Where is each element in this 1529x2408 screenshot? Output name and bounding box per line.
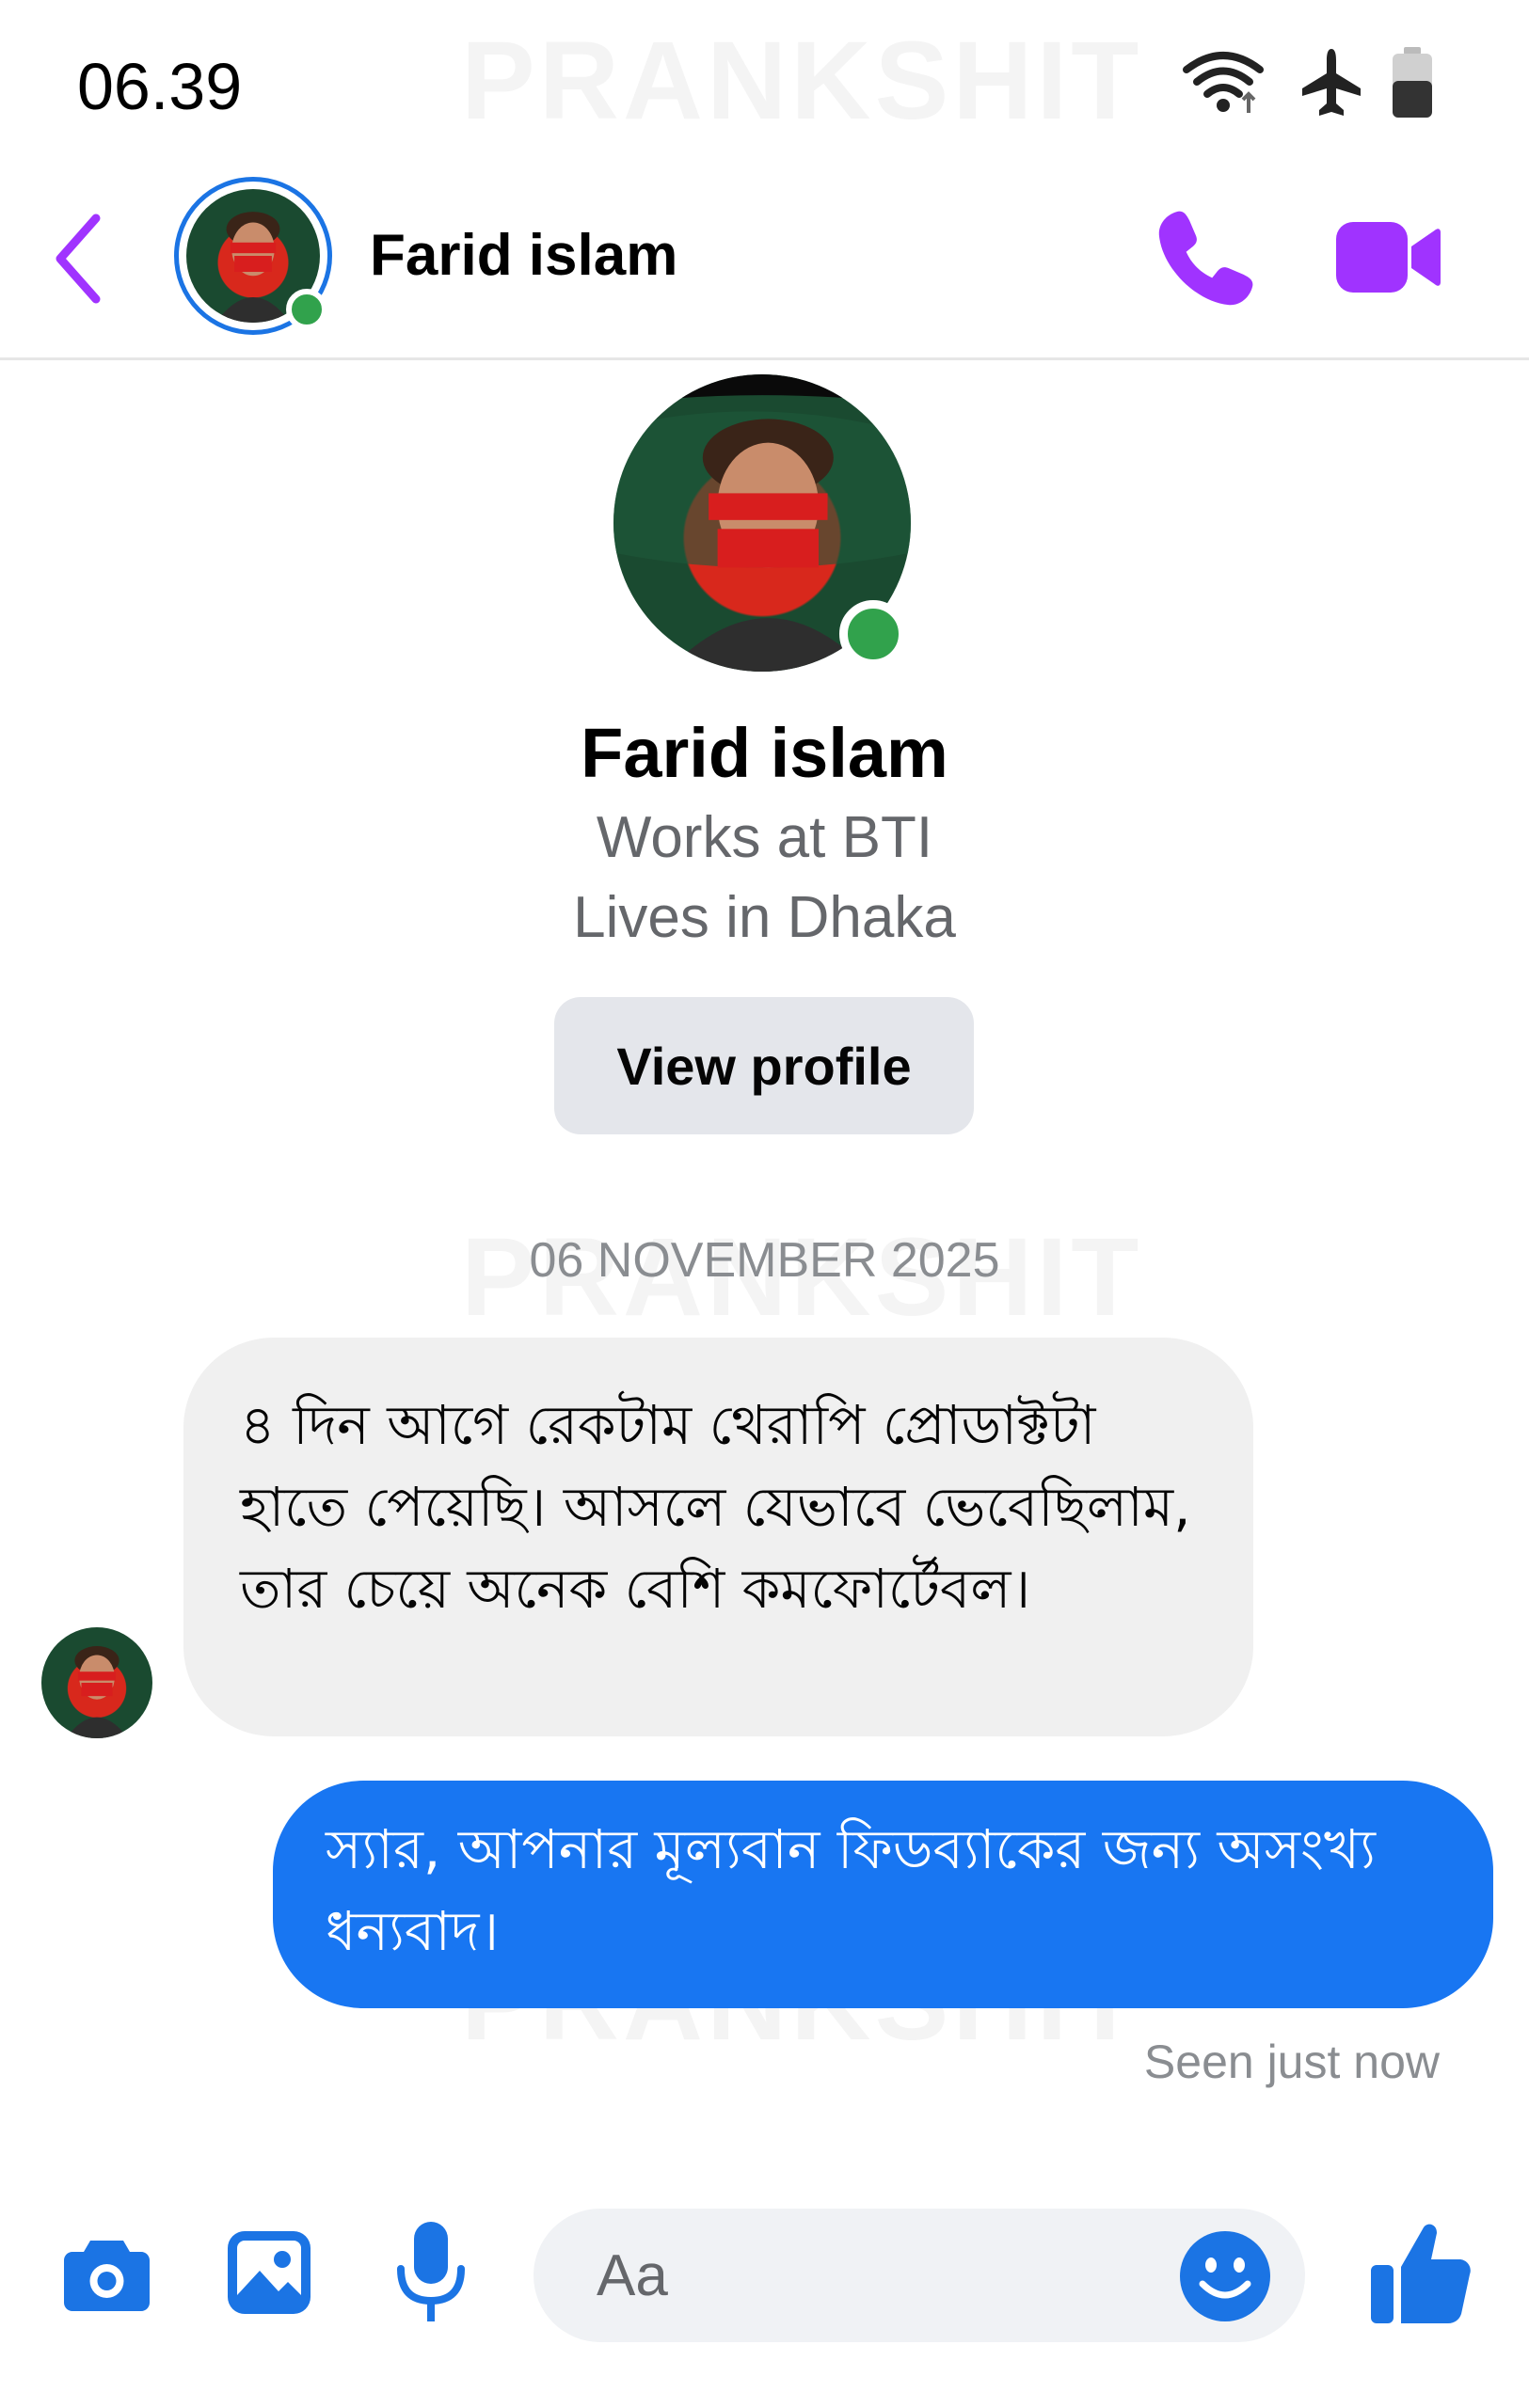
phone-icon[interactable] bbox=[1153, 203, 1261, 311]
avatar[interactable] bbox=[174, 177, 332, 335]
profile-avatar[interactable] bbox=[613, 374, 911, 672]
video-camera-icon[interactable] bbox=[1334, 213, 1442, 302]
microphone-icon[interactable] bbox=[393, 2220, 469, 2328]
incoming-message-bubble[interactable]: ৪ দিন আগে রেকটাম থেরাপি প্রোডাক্টটা হাতে… bbox=[183, 1338, 1253, 1736]
profile-name: Farid islam bbox=[581, 714, 948, 792]
contact-name[interactable]: Farid islam bbox=[370, 222, 677, 289]
outgoing-message-bubble[interactable]: স্যার, আপনার মূল্যবান ফিডব্যাকের জন্য অস… bbox=[273, 1781, 1493, 2008]
watermark: PRANKSHIT bbox=[461, 17, 1142, 145]
seen-status: Seen just now bbox=[1143, 2036, 1440, 2088]
camera-icon[interactable] bbox=[62, 2229, 151, 2319]
view-profile-button[interactable]: View profile bbox=[554, 997, 974, 1134]
gallery-icon[interactable] bbox=[226, 2229, 312, 2316]
chevron-left-icon[interactable] bbox=[47, 207, 113, 310]
airplane-mode-icon bbox=[1302, 49, 1361, 116]
person-silhouette bbox=[65, 1646, 129, 1738]
message-input[interactable] bbox=[595, 2237, 1125, 2314]
battery-icon bbox=[1393, 47, 1432, 118]
avatar[interactable] bbox=[41, 1627, 152, 1738]
online-indicator bbox=[286, 289, 327, 330]
date-separator: 06 NOVEMBER 2025 bbox=[529, 1233, 1000, 1288]
wifi-icon bbox=[1183, 52, 1264, 113]
thumbs-up-icon[interactable] bbox=[1369, 2220, 1473, 2328]
profile-work: Works at BTI bbox=[596, 805, 933, 870]
online-indicator bbox=[839, 600, 907, 668]
profile-location: Lives in Dhaka bbox=[573, 885, 956, 950]
emoji-icon[interactable] bbox=[1178, 2229, 1272, 2323]
status-time: 06.39 bbox=[77, 50, 243, 123]
conversation-header: Farid islam bbox=[0, 158, 1529, 360]
